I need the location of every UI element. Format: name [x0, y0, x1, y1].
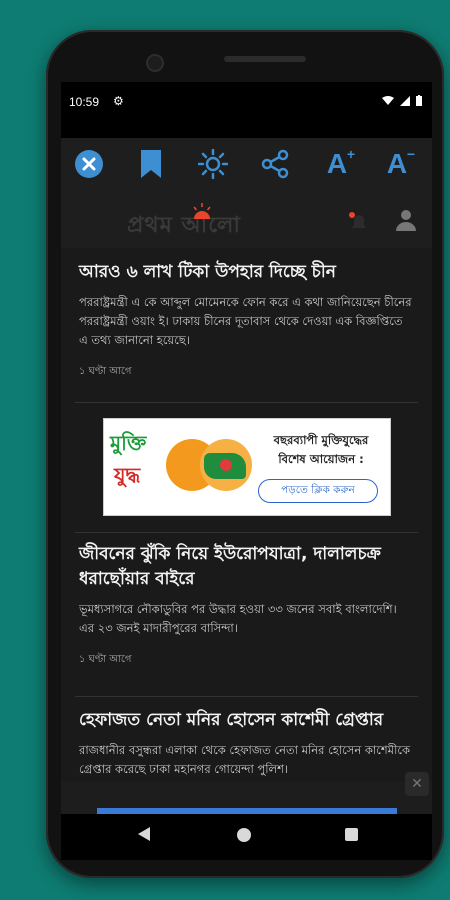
gear-icon: ⚙	[113, 94, 124, 108]
bookmark-icon	[141, 150, 161, 178]
system-navigation-bar	[61, 814, 432, 860]
ad-heart-graphic	[220, 459, 232, 471]
divider	[75, 532, 418, 533]
status-icons	[382, 95, 422, 106]
news-feed: আরও ৬ লাখ টিকা উপহার দিচ্ছে চীন পররাষ্ট্…	[61, 248, 432, 814]
logo[interactable]: প্রথম আলো	[127, 208, 241, 245]
signal-icon	[400, 95, 410, 106]
article-card[interactable]: আরও ৬ লাখ টিকা উপহার দিচ্ছে চীন পররাষ্ট্…	[79, 260, 412, 381]
ad-logo-line2: যুদ্ধ	[114, 463, 141, 487]
status-time: 10:59	[69, 95, 100, 109]
ad-text: বছরব্যাপী মুক্তিযুদ্ধের বিশেষ আয়োজন :	[256, 431, 386, 469]
app-screen: 10:59 ⚙ A + A − প্রথম আলো আরও ৬ লাখ টিকা…	[61, 82, 432, 814]
share-button[interactable]	[257, 146, 293, 182]
article-time: ১ ঘণ্টা আগে	[79, 366, 132, 377]
ad-text-line1: বছরব্যাপী মুক্তিযুদ্ধের	[273, 433, 369, 447]
home-icon[interactable]	[237, 828, 251, 842]
font-increase-button[interactable]: A +	[319, 146, 355, 182]
wifi-icon	[382, 95, 394, 105]
battery-icon	[416, 95, 422, 106]
ad-text-line2: বিশেষ আয়োজন :	[278, 452, 364, 466]
article-description: ভূমধ্যসাগরে নৌকাডুবির পর উদ্ধার হওয়া ৩৩…	[79, 602, 397, 635]
article-title[interactable]: হেফাজত নেতা মনির হোসেন কাশেমী গ্রেপ্তার	[79, 708, 412, 733]
recent-apps-icon[interactable]	[345, 828, 358, 841]
app-header: প্রথম আলো	[61, 192, 432, 249]
font-increase-label: A	[326, 148, 348, 179]
article-card[interactable]: জীবনের ঝুঁকি নিয়ে ইউরোপযাত্রা, দালালচক্…	[79, 542, 412, 669]
advertisement-banner[interactable]: মুক্তি যুদ্ধ বছরব্যাপী মুক্তিযুদ্ধের বিশ…	[103, 418, 391, 516]
article-toolbar: A + A −	[61, 138, 432, 192]
article-title[interactable]: আরও ৬ লাখ টিকা উপহার দিচ্ছে চীন	[79, 260, 412, 285]
ad-read-button[interactable]: পড়তে ক্লিক করুন	[258, 479, 378, 503]
article-description: রাজধানীর বসুন্ধরা এলাকা থেকে হেফাজত নেতা…	[79, 743, 411, 776]
divider	[75, 696, 418, 697]
divider	[75, 402, 418, 403]
brightness-button[interactable]	[195, 146, 231, 182]
article-description: পররাষ্ট্রমন্ত্রী এ কে আব্দুল মোমেনকে ফোন…	[79, 295, 412, 347]
camera	[146, 54, 164, 72]
back-icon[interactable]	[137, 826, 151, 842]
article-card[interactable]: হেফাজত নেতা মনির হোসেন কাশেমী গ্রেপ্তার …	[79, 708, 412, 779]
close-icon	[75, 150, 103, 178]
font-decrease-icon: A −	[386, 146, 416, 179]
notification-bell-icon[interactable]	[347, 210, 371, 234]
article-title[interactable]: জীবনের ঝুঁকি নিয়ে ইউরোপযাত্রা, দালালচক্…	[79, 542, 412, 592]
status-bar: 10:59 ⚙	[61, 82, 432, 138]
font-decrease-label: A	[386, 148, 408, 179]
speaker	[224, 56, 306, 62]
brightness-icon	[198, 149, 228, 179]
close-ad-icon[interactable]: ✕	[405, 772, 429, 796]
font-decrease-button[interactable]: A −	[379, 146, 415, 182]
bookmark-button[interactable]	[133, 146, 169, 182]
article-time: ১ ঘণ্টা আগে	[79, 654, 132, 665]
close-button[interactable]	[71, 146, 107, 182]
ad-logo-line1: মুক্তি	[110, 431, 147, 455]
user-icon[interactable]	[395, 208, 417, 232]
sun-logo-icon	[193, 203, 211, 219]
share-icon	[261, 149, 289, 179]
font-increase-icon: A +	[326, 146, 356, 179]
